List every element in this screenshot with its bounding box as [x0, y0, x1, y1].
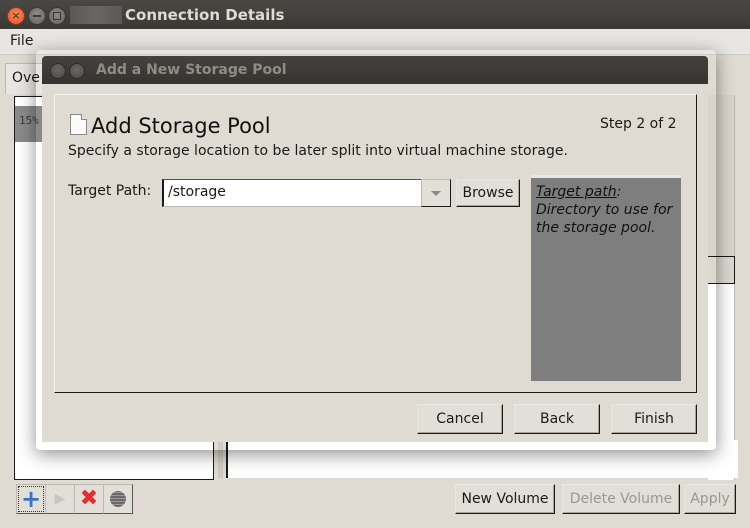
- help-colon: :: [616, 184, 622, 200]
- step-indicator: Step 2 of 2: [600, 116, 677, 132]
- maximize-window-button[interactable]: [48, 7, 66, 25]
- dialog-titlebar: Add a New Storage Pool: [42, 56, 708, 84]
- dialog-heading: Add Storage Pool: [91, 114, 271, 138]
- stop-icon: [110, 491, 126, 507]
- minimize-icon: [33, 15, 41, 17]
- dialog-maximize-button[interactable]: [69, 63, 85, 79]
- delete-pool-button[interactable]: ✖: [74, 484, 104, 514]
- apply-button[interactable]: Apply: [684, 484, 736, 514]
- target-path-label: Target Path:: [68, 183, 152, 199]
- delete-icon: ✖: [79, 486, 99, 511]
- browse-button[interactable]: Browse: [456, 179, 520, 207]
- help-description: Directory to use for the storage pool.: [536, 202, 673, 236]
- finish-button[interactable]: Finish: [611, 404, 697, 434]
- target-path-input[interactable]: /storage: [162, 179, 423, 207]
- help-term: Target path: [536, 184, 617, 200]
- stop-pool-button[interactable]: [103, 484, 133, 514]
- play-icon: ▶: [54, 491, 66, 507]
- dialog-close-button[interactable]: [50, 63, 66, 79]
- dialog-description: Specify a storage location to be later s…: [68, 143, 568, 159]
- help-panel: Target path: Directory to use for the sto…: [531, 175, 681, 381]
- help-text: Target path: Directory to use for the sto…: [536, 183, 678, 237]
- delete-volume-button[interactable]: Delete Volume: [562, 484, 680, 514]
- new-volume-button[interactable]: New Volume: [455, 484, 555, 514]
- back-button[interactable]: Back: [514, 404, 600, 434]
- window-title: Connection Details: [125, 6, 285, 24]
- target-path-dropdown-button[interactable]: [421, 179, 451, 207]
- document-icon: [70, 114, 87, 135]
- maximize-icon: [53, 12, 61, 20]
- dialog-title: Add a New Storage Pool: [96, 62, 287, 78]
- target-path-value: /storage: [168, 184, 226, 200]
- start-pool-button[interactable]: ▶: [45, 484, 75, 514]
- plus-icon: +: [20, 485, 42, 513]
- close-icon: ×: [11, 9, 21, 22]
- window-titlebar: × Connection Details: [0, 0, 750, 29]
- redacted-title-prefix: [70, 6, 122, 24]
- minimize-window-button[interactable]: [28, 7, 46, 25]
- menu-file[interactable]: File: [10, 33, 33, 49]
- close-window-button[interactable]: ×: [7, 7, 25, 25]
- add-pool-button[interactable]: +: [16, 484, 46, 514]
- cancel-button[interactable]: Cancel: [417, 404, 503, 434]
